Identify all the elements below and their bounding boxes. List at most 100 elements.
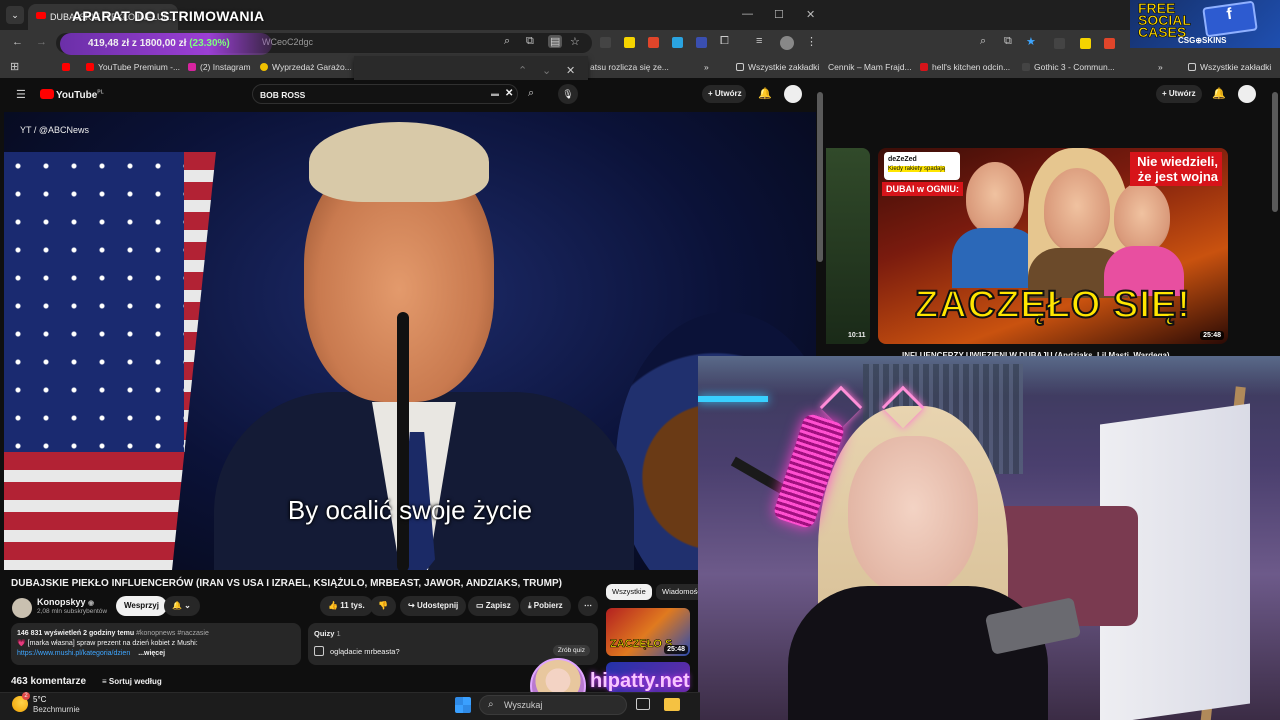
checkbox-icon[interactable] bbox=[314, 646, 324, 656]
chip-all[interactable]: Wszystkie bbox=[606, 584, 652, 600]
extension-icon[interactable] bbox=[600, 37, 611, 48]
dislike-button[interactable]: 👎 bbox=[370, 596, 396, 616]
media-control-icon[interactable]: ≡ bbox=[756, 35, 762, 47]
youtube-logo[interactable]: YouTubePL bbox=[40, 89, 104, 101]
scrollbar[interactable] bbox=[1272, 92, 1278, 212]
show-more-link[interactable]: ...więcej bbox=[138, 650, 165, 657]
bookmark-item[interactable] bbox=[62, 62, 74, 72]
support-button[interactable]: Wesprzyj bbox=[116, 596, 167, 616]
bookmark-item[interactable]: Gothic 3 - Commun... bbox=[1022, 62, 1115, 72]
extension-icon[interactable] bbox=[648, 37, 659, 48]
channel-avatar[interactable] bbox=[12, 598, 32, 618]
zoom-icon[interactable]: ⌕ bbox=[980, 35, 986, 48]
bookmark-item[interactable]: Wyprzedaż Garażo... bbox=[260, 62, 352, 72]
apps-grid-icon[interactable]: ⊞ bbox=[10, 60, 19, 73]
create-button[interactable]: + Utwórz bbox=[702, 85, 746, 103]
stream-overlay-title: APARAT DO STRIMOWANIA bbox=[72, 8, 265, 24]
video-duration: 25:48 bbox=[1200, 331, 1224, 340]
profile-avatar[interactable] bbox=[780, 36, 794, 50]
all-bookmarks-folder[interactable]: Wszystkie zakładki bbox=[736, 62, 819, 72]
share-button[interactable]: ↪ Udostępnij bbox=[400, 596, 467, 616]
chevron-down-icon[interactable]: ⌄ bbox=[542, 64, 551, 77]
install-app-icon[interactable]: ⧉ bbox=[526, 35, 534, 48]
youtube-search-input[interactable]: BOB ROSS ▬ ✕ bbox=[252, 84, 518, 104]
extension-icon[interactable] bbox=[672, 37, 683, 48]
reader-mode-icon[interactable]: ▤ bbox=[548, 35, 563, 48]
zoom-icon[interactable]: ⌕ bbox=[504, 35, 510, 48]
extensions-puzzle-icon[interactable]: ⧠ bbox=[720, 35, 729, 48]
back-arrow-icon[interactable]: ← bbox=[12, 36, 23, 48]
thumbnail-person bbox=[1114, 182, 1170, 252]
close-icon[interactable]: ✕ bbox=[806, 8, 815, 21]
account-avatar[interactable] bbox=[784, 85, 802, 103]
thumbnail-callout: Nie wiedzieli, że jest wojna bbox=[1130, 152, 1222, 186]
webcam-feed bbox=[698, 356, 1280, 720]
sponsor-banner: FREE SOCIAL CASES f CSG⊕SKINS bbox=[1130, 0, 1280, 48]
more-actions-button[interactable]: ⋯ bbox=[578, 596, 598, 616]
bookmark-star-icon[interactable]: ★ bbox=[1026, 35, 1036, 48]
video-thumbnail[interactable]: 10:11 bbox=[826, 148, 870, 344]
bookmarks-overflow-icon[interactable]: » bbox=[704, 62, 709, 72]
like-button[interactable]: 👍 11 tys. bbox=[320, 596, 373, 616]
related-video-thumbnail[interactable]: ZACZĘŁO S 25:48 bbox=[606, 608, 690, 656]
notifications-bell-icon[interactable]: 🔔 bbox=[758, 87, 772, 100]
description-stats-text: 146 831 wyświetleń 2 godziny temu bbox=[17, 630, 135, 637]
scrollbar[interactable] bbox=[817, 92, 823, 262]
close-icon[interactable]: ✕ bbox=[566, 64, 575, 77]
search-icon: ⌕ bbox=[488, 699, 494, 710]
create-button[interactable]: + Utwórz bbox=[1156, 85, 1202, 103]
weather-condition[interactable]: Bezchmurnie bbox=[33, 705, 80, 714]
notifications-bell-icon[interactable]: 🔔 bbox=[1212, 87, 1226, 100]
extension-icon[interactable] bbox=[696, 37, 707, 48]
download-button[interactable]: ⤓ Pobierz bbox=[520, 596, 571, 616]
make-quiz-button[interactable]: Zrób quiz bbox=[552, 645, 590, 656]
video-player[interactable]: YT / @ABCNews By ocalić swoje życie bbox=[4, 112, 816, 570]
forward-arrow-icon[interactable]: → bbox=[36, 36, 47, 48]
keyboard-icon[interactable]: ▬ bbox=[491, 89, 499, 98]
bookmarks-overflow-icon[interactable]: » bbox=[1158, 62, 1163, 72]
video-thumbnail[interactable]: deZeZed Kiedy rakiety spadają DUBAI w OG… bbox=[878, 148, 1228, 344]
right-browser-window: ⌕ ⧉ ★ Cennik – Mam Frajd... hell's kitch… bbox=[826, 0, 1280, 360]
download-label: Pobierz bbox=[533, 601, 563, 610]
description-box[interactable]: 146 831 wyświetleń 2 godziny temu #konop… bbox=[11, 623, 301, 665]
extension-icon[interactable] bbox=[1104, 38, 1115, 49]
description-tags: #konopnews #naczasie bbox=[136, 630, 209, 637]
bookmark-item[interactable]: atsu rozlicza się ze... bbox=[590, 62, 669, 72]
description-link[interactable]: https://www.mushi.pl/kategoria/dzien bbox=[17, 650, 130, 657]
bookmark-item[interactable]: hell's kitchen odcin... bbox=[920, 62, 1010, 72]
bookmark-item[interactable]: Cennik – Mam Frajd... bbox=[828, 62, 912, 72]
olx-icon bbox=[260, 63, 268, 71]
channel-name[interactable]: Konopskyy ◉ bbox=[37, 597, 94, 607]
extension-icon[interactable] bbox=[1080, 38, 1091, 49]
bookmark-star-icon[interactable]: ☆ bbox=[570, 35, 580, 48]
maximize-icon[interactable]: ☐ bbox=[774, 8, 784, 21]
chevron-up-icon[interactable]: ⌃ bbox=[518, 64, 527, 77]
bookmark-item[interactable]: (2) Instagram bbox=[188, 62, 251, 72]
bookmark-label: YouTube Premium -... bbox=[98, 62, 181, 72]
search-icon[interactable]: ⌕ bbox=[528, 87, 534, 100]
account-avatar[interactable] bbox=[1238, 85, 1256, 103]
taskbar-search-input[interactable]: ⌕ Wyszukaj bbox=[479, 695, 627, 715]
bookmark-item[interactable]: YouTube Premium -... bbox=[86, 62, 180, 72]
minimize-icon[interactable]: — bbox=[742, 8, 753, 20]
file-explorer-icon[interactable] bbox=[664, 698, 680, 711]
task-view-icon[interactable] bbox=[636, 698, 650, 710]
hamburger-menu-icon[interactable]: ☰ bbox=[16, 88, 26, 101]
extension-icon[interactable] bbox=[1054, 38, 1065, 49]
voice-search-icon[interactable]: 🎙 bbox=[558, 84, 578, 104]
sort-comments-button[interactable]: ≡ Sortuj według bbox=[102, 677, 162, 686]
youtube-header: + Utwórz 🔔 bbox=[826, 80, 1280, 110]
weather-temperature[interactable]: 5°C bbox=[33, 695, 46, 704]
clear-search-icon[interactable]: ✕ bbox=[505, 88, 513, 99]
speaker-hair bbox=[309, 122, 489, 202]
subscribe-bell-button[interactable]: 🔔 ⌄ bbox=[164, 596, 200, 616]
like-count: 11 tys. bbox=[340, 601, 365, 610]
browser-menu-icon[interactable]: ⋮ bbox=[806, 35, 817, 48]
quiz-question[interactable]: oglądacie mrbeasta? bbox=[330, 647, 400, 656]
tab-search-button[interactable]: ⌄ bbox=[6, 6, 24, 24]
all-bookmarks-folder[interactable]: Wszystkie zakładki bbox=[1188, 62, 1271, 72]
windows-start-icon[interactable] bbox=[455, 697, 471, 713]
save-button[interactable]: ▭ Zapisz bbox=[468, 596, 519, 616]
extension-icon[interactable] bbox=[624, 37, 635, 48]
install-app-icon[interactable]: ⧉ bbox=[1004, 35, 1012, 48]
